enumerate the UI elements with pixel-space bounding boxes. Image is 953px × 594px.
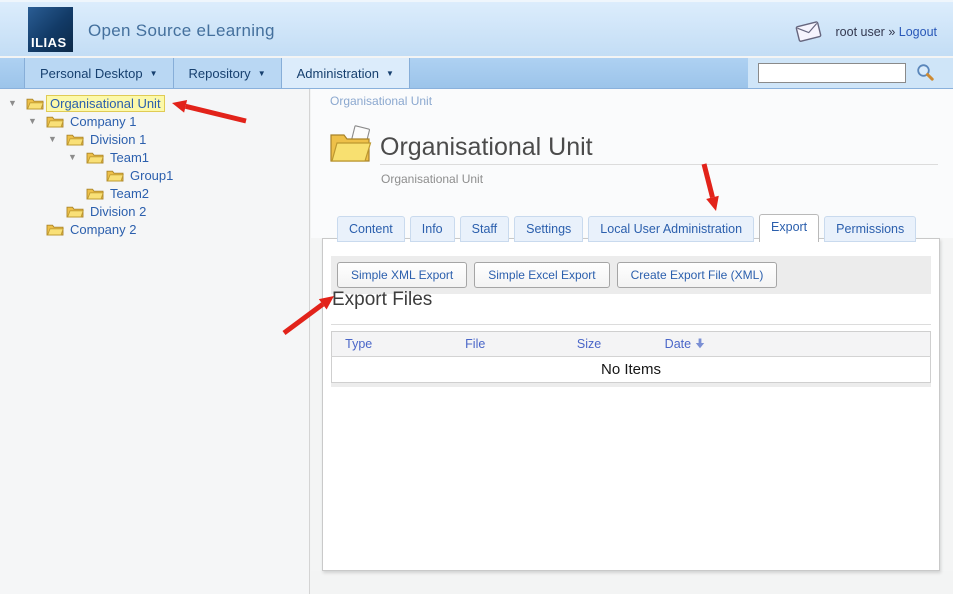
caret-down-icon: ▼: [258, 69, 266, 78]
caret-down-icon: ▼: [150, 69, 158, 78]
folder-icon: [106, 168, 126, 182]
tab-staff[interactable]: Staff: [460, 216, 509, 242]
main-menu-bar: Personal Desktop▼Repository▼Administrati…: [0, 58, 953, 89]
nav-item-label: Personal Desktop: [40, 66, 143, 81]
tab-permissions[interactable]: Permissions: [824, 216, 916, 242]
app-title: Open Source eLearning: [88, 21, 275, 41]
ilias-window: ILIAS Open Source eLearning root user » …: [0, 0, 953, 594]
column-label: File: [465, 337, 485, 351]
column-label: Date: [665, 337, 691, 351]
tab-info[interactable]: Info: [410, 216, 455, 242]
org-unit-folder-icon: [328, 125, 374, 170]
title-divider: [380, 164, 938, 165]
folder-icon: [66, 204, 86, 218]
tree-node-label[interactable]: Group1: [126, 167, 177, 184]
tree-expander-icon[interactable]: ▼: [48, 134, 66, 144]
page-title: Organisational Unit: [380, 133, 593, 162]
table-header-filler: [757, 332, 931, 357]
logout-link[interactable]: Logout: [899, 25, 937, 39]
sort-desc-icon: [691, 337, 705, 351]
column-header-file[interactable]: File: [385, 332, 565, 357]
tree-node-team2: Team2: [0, 184, 309, 202]
folder-icon: [26, 96, 46, 110]
empty-table-message: No Items: [332, 357, 931, 383]
create-export-file-xml-button[interactable]: Create Export File (XML): [617, 262, 778, 288]
nav-item-administration[interactable]: Administration ▼: [282, 58, 410, 88]
nav-item-label: Administration: [297, 66, 379, 81]
folder-icon: [46, 114, 66, 128]
simple-excel-export-button[interactable]: Simple Excel Export: [474, 262, 609, 288]
breadcrumb[interactable]: Organisational Unit: [330, 94, 432, 108]
column-header-type[interactable]: Type: [332, 332, 386, 357]
tree-node-label[interactable]: Division 2: [86, 203, 150, 220]
folder-icon: [86, 186, 106, 200]
header-bar: ILIAS Open Source eLearning root user » …: [0, 0, 953, 56]
tree-node-label[interactable]: Company 1: [66, 113, 140, 130]
table-footer-bar: [331, 383, 931, 387]
tree-node-division-2: Division 2: [0, 202, 309, 220]
folder-icon: [86, 150, 106, 164]
tree-node-division-1: ▼ Division 1: [0, 130, 309, 148]
tab-bar: ContentInfoStaffSettingsLocal User Admin…: [337, 214, 916, 242]
tree-node-company-2: Company 2: [0, 220, 309, 238]
caret-down-icon: ▼: [386, 69, 394, 78]
tree-expander-icon[interactable]: ▼: [68, 152, 86, 162]
column-header-size[interactable]: Size: [565, 332, 613, 357]
ilias-logo-text: ILIAS: [28, 33, 70, 52]
search-input[interactable]: [758, 63, 906, 83]
repository-tree: ▼Organisational Unit▼Company 1▼Division …: [0, 89, 310, 594]
main-content: Organisational Unit Organisational Unit …: [311, 89, 953, 594]
nav-menu: Personal Desktop▼Repository▼Administrati…: [24, 58, 410, 88]
nav-item-personal-desktop[interactable]: Personal Desktop ▼: [24, 58, 174, 88]
user-label: root user »: [836, 25, 896, 39]
ilias-logo[interactable]: ILIAS: [28, 7, 73, 52]
tree-node-organisational-unit: ▼ Organisational Unit: [0, 94, 309, 112]
column-label: Size: [577, 337, 601, 351]
tab-export[interactable]: Export: [759, 214, 819, 242]
column-label: Type: [345, 337, 372, 351]
tree-node-team1: ▼ Team1: [0, 148, 309, 166]
footer-strip: [311, 571, 953, 594]
tree-node-label[interactable]: Organisational Unit: [46, 95, 165, 112]
search-icon[interactable]: [915, 63, 935, 83]
tree-node-label[interactable]: Division 1: [86, 131, 150, 148]
column-header-date[interactable]: Date: [613, 332, 757, 357]
tab-settings[interactable]: Settings: [514, 216, 583, 242]
page-subtitle: Organisational Unit: [381, 172, 483, 186]
nav-item-label: Repository: [189, 66, 251, 81]
export-files-heading: Export Files: [332, 289, 432, 311]
export-files-table: Type File Size Date No Items: [331, 331, 931, 383]
tree-node-label[interactable]: Team1: [106, 149, 153, 166]
user-area: root user » Logout: [836, 25, 937, 39]
table-row-empty: No Items: [332, 357, 931, 383]
search-zone: [748, 58, 953, 88]
tree-expander-icon[interactable]: ▼: [28, 116, 46, 126]
export-panel: Simple XML Export Simple Excel Export Crea…: [322, 238, 940, 571]
folder-icon: [66, 132, 86, 146]
folder-icon: [46, 222, 66, 236]
nav-item-repository[interactable]: Repository ▼: [174, 58, 282, 88]
tree-node-group1: Group1: [0, 166, 309, 184]
tree-node-company-1: ▼ Company 1: [0, 112, 309, 130]
simple-xml-export-button[interactable]: Simple XML Export: [337, 262, 467, 288]
tree-expander-icon[interactable]: ▼: [8, 98, 26, 108]
tree-node-label[interactable]: Company 2: [66, 221, 140, 238]
section-divider: [331, 324, 931, 325]
mail-icon[interactable]: [796, 21, 822, 47]
tree-node-label[interactable]: Team2: [106, 185, 153, 202]
tab-local-user-administration[interactable]: Local User Administration: [588, 216, 754, 242]
tab-content[interactable]: Content: [337, 216, 405, 242]
